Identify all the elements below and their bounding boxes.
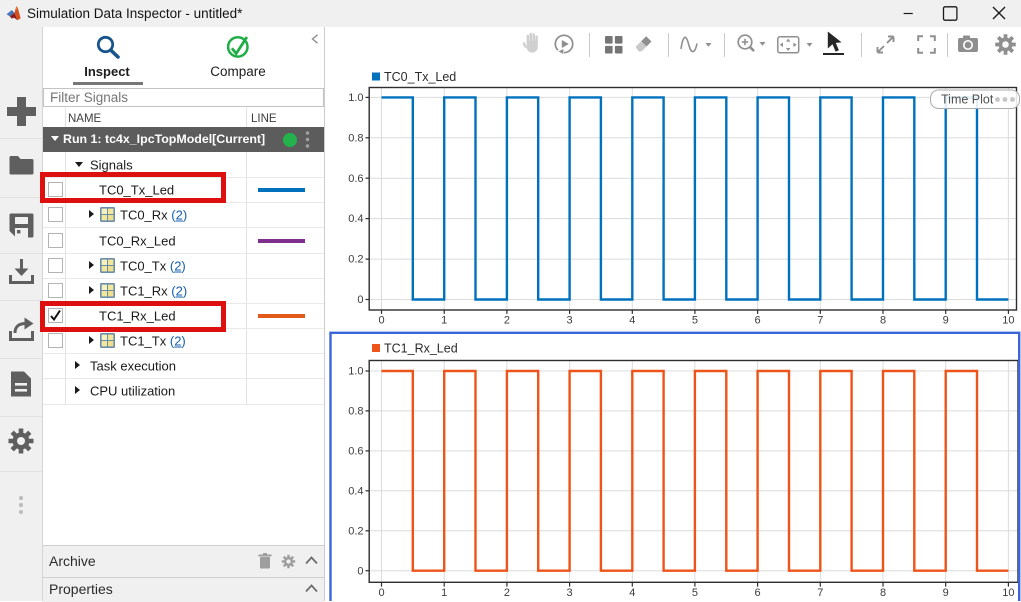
svg-text:Time Plot: Time Plot bbox=[941, 93, 994, 107]
svg-text:7: 7 bbox=[817, 587, 823, 599]
svg-text:10: 10 bbox=[1002, 315, 1014, 327]
svg-text:1: 1 bbox=[441, 315, 447, 327]
svg-text:TC1_Rx_Led: TC1_Rx_Led bbox=[384, 342, 458, 356]
svg-text:0: 0 bbox=[378, 315, 384, 327]
svg-text:3: 3 bbox=[567, 587, 573, 599]
svg-text:1.0: 1.0 bbox=[348, 366, 363, 378]
svg-text:0.4: 0.4 bbox=[348, 485, 363, 497]
svg-text:8: 8 bbox=[880, 315, 886, 327]
svg-text:0.2: 0.2 bbox=[348, 254, 363, 266]
svg-text:2: 2 bbox=[504, 315, 510, 327]
svg-text:0.8: 0.8 bbox=[348, 406, 363, 418]
svg-text:4: 4 bbox=[629, 587, 635, 599]
svg-text:9: 9 bbox=[943, 315, 949, 327]
svg-text:0: 0 bbox=[357, 565, 363, 577]
svg-text:0.8: 0.8 bbox=[348, 132, 363, 144]
svg-text:4: 4 bbox=[629, 315, 635, 327]
svg-text:0.6: 0.6 bbox=[348, 173, 363, 185]
svg-text:5: 5 bbox=[692, 587, 698, 599]
svg-text:0.2: 0.2 bbox=[348, 525, 363, 537]
svg-text:7: 7 bbox=[817, 315, 823, 327]
svg-text:10: 10 bbox=[1002, 587, 1014, 599]
svg-text:0: 0 bbox=[357, 294, 363, 306]
svg-text:8: 8 bbox=[880, 587, 886, 599]
svg-text:6: 6 bbox=[755, 315, 761, 327]
svg-text:0.4: 0.4 bbox=[348, 213, 363, 225]
svg-text:1: 1 bbox=[441, 587, 447, 599]
svg-text:1.0: 1.0 bbox=[348, 92, 363, 104]
svg-text:2: 2 bbox=[504, 587, 510, 599]
svg-text:0: 0 bbox=[378, 587, 384, 599]
svg-text:3: 3 bbox=[567, 315, 573, 327]
svg-text:5: 5 bbox=[692, 315, 698, 327]
svg-text:9: 9 bbox=[943, 587, 949, 599]
svg-text:TC0_Tx_Led: TC0_Tx_Led bbox=[384, 70, 456, 84]
svg-text:0.6: 0.6 bbox=[348, 446, 363, 458]
svg-text:6: 6 bbox=[755, 587, 761, 599]
